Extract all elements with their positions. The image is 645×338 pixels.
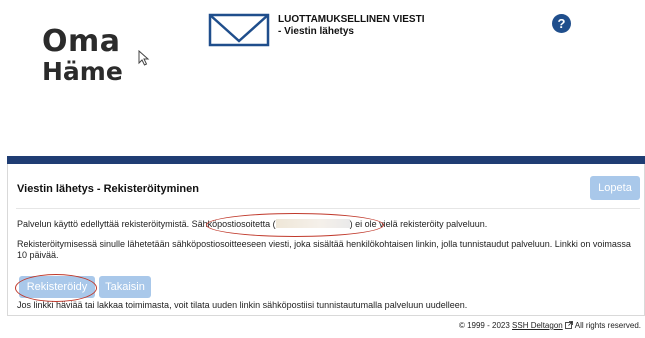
panel-divider [16,208,640,209]
page-title-main: LUOTTAMUKSELLINEN VIESTI [278,14,425,25]
back-button[interactable]: Takaisin [99,276,151,298]
company-link[interactable]: SSH Deltagon [512,321,563,330]
link-lost-note: Jos linkki häviää tai lakkaa toimimasta,… [17,300,468,310]
logout-button[interactable]: Lopeta [590,176,640,200]
footer-rights: All rights reserved. [574,321,641,330]
help-icon[interactable]: ? [552,14,571,33]
footer: © 1999 - 2023 SSH Deltagon All rights re… [459,321,641,330]
cursor-icon [138,50,150,66]
external-link-icon [565,321,573,329]
page-title-sub: - Viestin lähetys [278,26,354,37]
logo-line1: Oma [42,24,121,59]
header-divider [7,156,645,164]
footer-copyright: © 1999 - 2023 [458,321,510,330]
register-highlight-ring [15,274,97,302]
envelope-icon [208,13,270,47]
omahame-logo: Oma Häme [42,26,132,88]
registration-panel: Viestin lähetys - Rekisteröityminen Lope… [7,164,645,316]
email-highlight-ring [206,213,384,237]
page-title: LUOTTAMUKSELLINEN VIESTI - Viestin lähet… [278,14,424,38]
panel-title: Viestin lähetys - Rekisteröityminen [17,183,199,195]
registration-info-text: Rekisteröitymisessä sinulle lähetetään s… [17,239,631,260]
logo-line2: Häme [42,57,123,86]
